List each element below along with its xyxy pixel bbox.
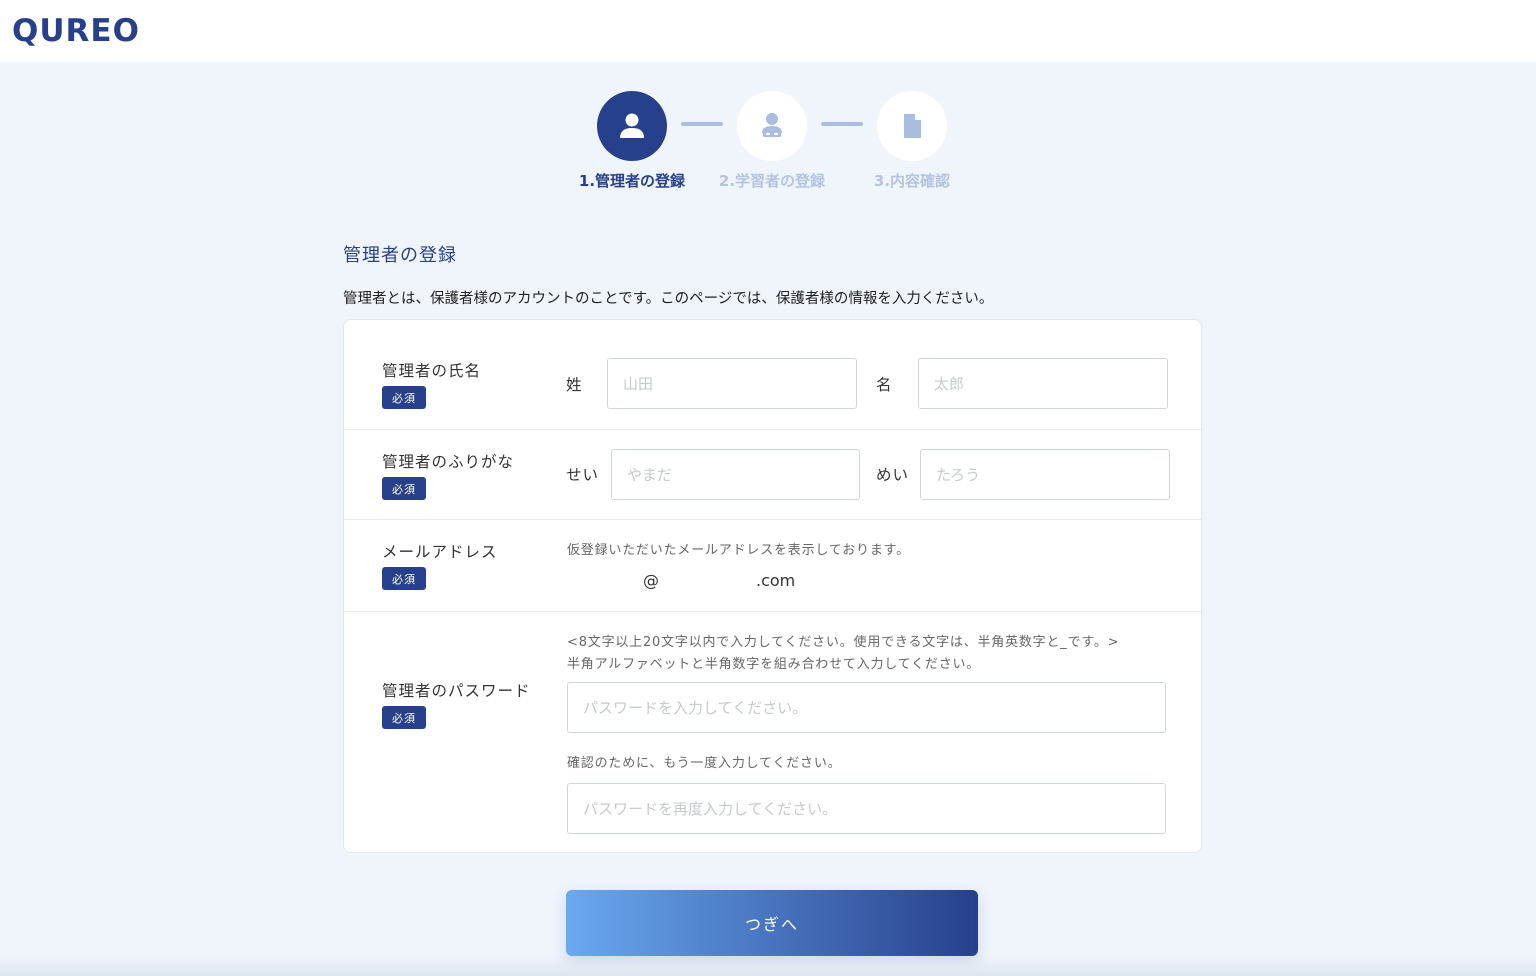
user-icon <box>620 113 644 138</box>
first-kana-label: めい <box>876 466 910 484</box>
password-rule-text-2: 半角アルファベットと半角数字を組み合わせて入力してください。 <box>567 657 981 672</box>
step-3-label: 3.内容確認 <box>873 172 951 190</box>
section-title: 管理者の登録 <box>343 245 457 266</box>
kana-row-label: 管理者のふりがな <box>382 453 515 471</box>
row-divider <box>344 429 1201 430</box>
password-row-label: 管理者のパスワード <box>382 682 531 700</box>
password-confirm-help: 確認のために、もう一度入力してください。 <box>567 756 842 771</box>
last-kana-label: せい <box>566 466 600 484</box>
required-badge: 必須 <box>382 386 426 409</box>
section-description: 管理者とは、保護者様のアカウントのことです。このページでは、保護者様の情報を入力… <box>343 291 994 307</box>
document-icon <box>904 114 921 138</box>
email-at-sign: @ <box>643 571 659 590</box>
name-row-label: 管理者の氏名 <box>382 362 482 380</box>
first-kana-input[interactable] <box>920 449 1170 500</box>
row-divider <box>344 611 1201 612</box>
first-name-input[interactable] <box>918 358 1168 409</box>
email-domain-suffix: .com <box>756 571 796 590</box>
email-help-text: 仮登録いただいたメールアドレスを表示しております。 <box>567 543 910 558</box>
step-2-circle <box>737 91 807 161</box>
step-connector-2 <box>821 122 863 126</box>
bottom-shadow <box>0 955 1536 976</box>
row-divider <box>344 519 1201 520</box>
step-1-circle <box>597 91 667 161</box>
step-2-label: 2.学習者の登録 <box>718 172 826 190</box>
password-confirm-input[interactable] <box>567 783 1166 834</box>
password-rule-text: <8文字以上20文字以内で入力してください。使用できる文字は、半角英数字と_です… <box>567 635 1120 650</box>
last-name-input[interactable] <box>607 358 857 409</box>
top-header: QUREO <box>0 0 1536 62</box>
last-kana-input[interactable] <box>611 449 860 500</box>
student-icon <box>762 113 782 137</box>
step-connector-1 <box>681 122 723 126</box>
last-name-label: 姓 <box>566 376 583 394</box>
next-button[interactable]: つぎへ <box>566 890 978 956</box>
step-3-circle <box>877 91 947 161</box>
email-row-label: メールアドレス <box>382 543 498 561</box>
first-name-label: 名 <box>876 376 893 394</box>
required-badge: 必須 <box>382 477 426 500</box>
required-badge: 必須 <box>382 567 426 590</box>
password-input[interactable] <box>567 682 1166 733</box>
admin-form-card: 管理者の氏名 必須 姓 名 管理者のふりがな 必須 せい めい メールアドレス … <box>343 319 1202 853</box>
step-1-label: 1.管理者の登録 <box>578 172 686 190</box>
qureo-logo[interactable]: QUREO <box>12 12 140 50</box>
required-badge: 必須 <box>382 706 426 729</box>
